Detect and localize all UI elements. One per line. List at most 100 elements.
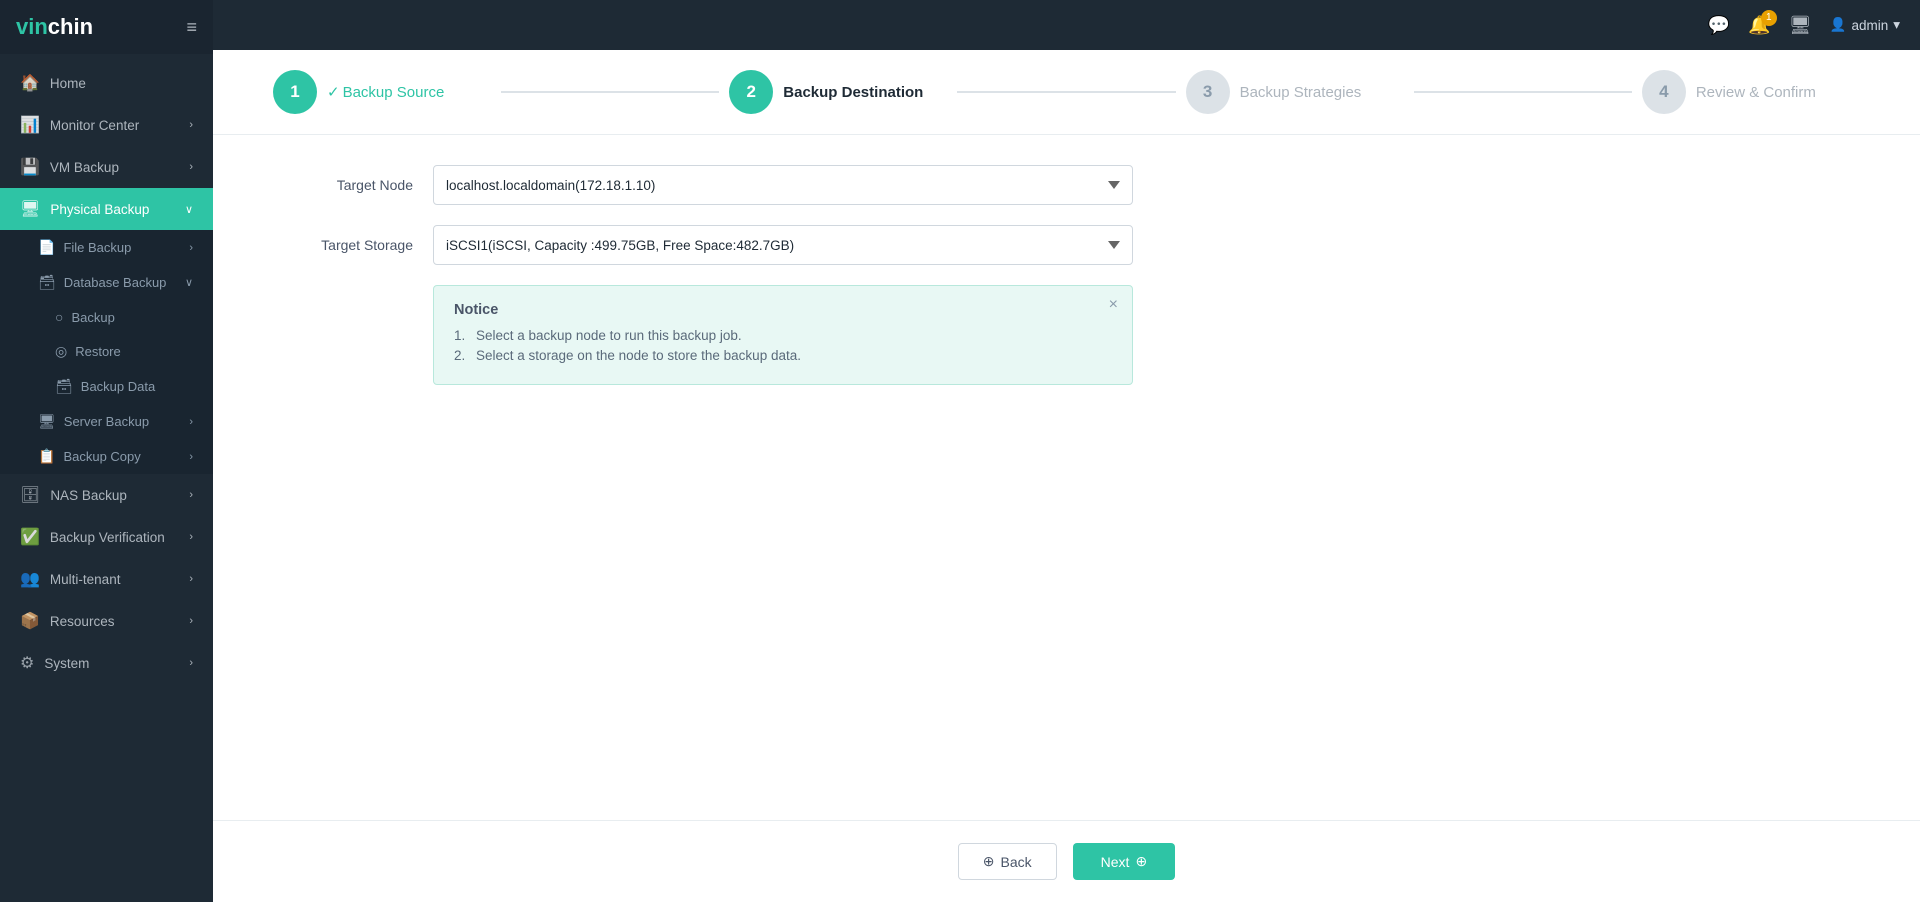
- target-storage-row: Target Storage iSCSI1(iSCSI, Capacity :4…: [293, 225, 1840, 265]
- step-backup-strategies: 3 Backup Strategies: [1186, 70, 1404, 114]
- chevron-right-res: ›: [189, 615, 193, 627]
- sidebar-item-physical-backup[interactable]: 🖥 Physical Backup ∨: [0, 188, 213, 230]
- sidebar-label-backup-data: Backup Data: [81, 379, 155, 394]
- back-button[interactable]: ⊕ Back: [958, 843, 1057, 880]
- next-label: Next: [1101, 854, 1130, 870]
- logo: vinchin: [16, 14, 93, 40]
- sidebar-item-multi-tenant[interactable]: 👥 Multi-tenant ›: [0, 558, 213, 600]
- sidebar-item-file-backup[interactable]: 📄 File Backup ›: [0, 230, 213, 265]
- next-button[interactable]: Next ⊕: [1073, 843, 1176, 880]
- sidebar-label-monitor: Monitor Center: [50, 118, 139, 133]
- step-connector-1: [501, 91, 719, 93]
- topbar: 💬 🔔 1 🖥 👤 admin ▾: [213, 0, 1920, 50]
- chevron-right-server: ›: [189, 416, 193, 428]
- back-circle-icon: ⊕: [983, 853, 995, 870]
- vm-backup-icon: 💾: [20, 157, 40, 177]
- target-storage-label: Target Storage: [293, 237, 433, 253]
- notice-item-1: 1. Select a backup node to run this back…: [454, 328, 1112, 343]
- monitor-icon: 📊: [20, 115, 40, 135]
- physical-backup-submenu: 📄 File Backup › 🗃 Database Backup ∨ ○ Ba…: [0, 230, 213, 474]
- step-backup-source: 1 ✓Backup Source: [273, 70, 491, 114]
- step-number-3: 3: [1203, 82, 1212, 102]
- target-storage-select[interactable]: iSCSI1(iSCSI, Capacity :499.75GB, Free S…: [433, 225, 1133, 265]
- hamburger-icon[interactable]: ≡: [186, 17, 197, 38]
- sidebar-item-backup-data[interactable]: 🗃 Backup Data: [0, 369, 213, 404]
- monitor-display-icon[interactable]: 🖥: [1789, 15, 1812, 36]
- chevron-right-icon-vm: ›: [189, 161, 193, 173]
- sidebar-item-backup-verification[interactable]: ✅ Backup Verification ›: [0, 516, 213, 558]
- target-node-row: Target Node localhost.localdomain(172.18…: [293, 165, 1840, 205]
- chevron-right-sys: ›: [189, 657, 193, 669]
- sidebar-label-restore: Restore: [75, 344, 121, 359]
- sidebar-label-file-backup: File Backup: [63, 240, 131, 255]
- backup-circle-icon: ○: [55, 309, 63, 325]
- stepper: 1 ✓Backup Source 2 Backup Destination 3: [213, 50, 1920, 135]
- sidebar-item-home[interactable]: 🏠 Home: [0, 62, 213, 104]
- notice-box: Notice × 1. Select a backup node to run …: [433, 285, 1133, 385]
- sidebar-item-system[interactable]: ⚙ System ›: [0, 642, 213, 684]
- step-label-backup-destination: Backup Destination: [783, 84, 923, 101]
- step-label-backup-source: ✓Backup Source: [327, 83, 444, 101]
- chat-icon[interactable]: 💬: [1708, 15, 1730, 36]
- notification-badge: 1: [1761, 10, 1777, 26]
- step-connector-2: [957, 91, 1175, 93]
- restore-icon: ◎: [55, 343, 67, 360]
- notice-close-button[interactable]: ×: [1109, 296, 1118, 314]
- step-number-4: 4: [1659, 82, 1668, 102]
- sidebar-label-nas-backup: NAS Backup: [50, 488, 127, 503]
- notification-icon[interactable]: 🔔 1: [1748, 15, 1770, 36]
- sidebar-label-backup-verification: Backup Verification: [50, 530, 165, 545]
- step-circle-2: 2: [729, 70, 773, 114]
- sidebar-item-monitor-center[interactable]: 📊 Monitor Center ›: [0, 104, 213, 146]
- sidebar-item-vm-backup[interactable]: 💾 VM Backup ›: [0, 146, 213, 188]
- sidebar-label-system: System: [44, 656, 89, 671]
- chevron-right-verif: ›: [189, 531, 193, 543]
- chevron-right-icon: ›: [189, 119, 193, 131]
- chevron-right-file: ›: [189, 242, 193, 254]
- sidebar-label-home: Home: [50, 76, 86, 91]
- chevron-right-nas: ›: [189, 489, 193, 501]
- step-review-confirm: 4 Review & Confirm: [1642, 70, 1860, 114]
- sidebar-item-restore[interactable]: ◎ Restore: [0, 334, 213, 369]
- notice-item-2: 2. Select a storage on the node to store…: [454, 348, 1112, 363]
- sidebar-item-server-backup[interactable]: 🖥 Server Backup ›: [0, 404, 213, 439]
- sidebar-nav: 🏠 Home 📊 Monitor Center › 💾 VM Backup › …: [0, 54, 213, 902]
- back-label: Back: [1001, 854, 1032, 870]
- step-circle-3: 3: [1186, 70, 1230, 114]
- user-menu[interactable]: 👤 admin ▾: [1830, 17, 1900, 33]
- sidebar-label-physical-backup: Physical Backup: [50, 202, 149, 217]
- logo-prefix: vin: [16, 14, 48, 39]
- backup-copy-icon: 📋: [38, 448, 55, 465]
- target-node-select[interactable]: localhost.localdomain(172.18.1.10): [433, 165, 1133, 205]
- sidebar-item-database-backup[interactable]: 🗃 Database Backup ∨: [0, 265, 213, 300]
- home-icon: 🏠: [20, 73, 40, 93]
- step-number-1: 1: [290, 82, 299, 102]
- footer-bar: ⊕ Back Next ⊕: [213, 820, 1920, 902]
- sidebar-item-backup-copy[interactable]: 📋 Backup Copy ›: [0, 439, 213, 474]
- verification-icon: ✅: [20, 527, 40, 547]
- content-area: 1 ✓Backup Source 2 Backup Destination 3: [213, 50, 1920, 902]
- target-node-label: Target Node: [293, 177, 433, 193]
- sidebar-label-backup: Backup: [71, 310, 114, 325]
- step-number-2: 2: [747, 82, 756, 102]
- system-icon: ⚙: [20, 653, 34, 673]
- sidebar-label-resources: Resources: [50, 614, 115, 629]
- step-label-review-confirm: Review & Confirm: [1696, 84, 1816, 101]
- chevron-right-db: ∨: [185, 276, 193, 289]
- sidebar-item-nas-backup[interactable]: 🗄 NAS Backup ›: [0, 474, 213, 516]
- form-area: Target Node localhost.localdomain(172.18…: [213, 135, 1920, 820]
- step-circle-1: 1: [273, 70, 317, 114]
- chevron-down-icon: ∨: [185, 203, 193, 216]
- sidebar-label-server-backup: Server Backup: [64, 414, 149, 429]
- file-backup-icon: 📄: [38, 239, 55, 256]
- main-wrapper: 💬 🔔 1 🖥 👤 admin ▾ 1 ✓Backup Source: [213, 0, 1920, 902]
- sidebar-item-backup[interactable]: ○ Backup: [0, 300, 213, 334]
- physical-backup-icon: 🖥: [20, 199, 40, 219]
- user-chevron-icon: ▾: [1893, 17, 1900, 33]
- sidebar-label-backup-copy: Backup Copy: [63, 449, 140, 464]
- notice-title: Notice: [454, 302, 1112, 318]
- backup-data-icon: 🗃: [55, 378, 73, 395]
- user-icon: 👤: [1830, 17, 1847, 33]
- sidebar-item-resources[interactable]: 📦 Resources ›: [0, 600, 213, 642]
- sidebar: vinchin ≡ 🏠 Home 📊 Monitor Center › 💾 VM…: [0, 0, 213, 902]
